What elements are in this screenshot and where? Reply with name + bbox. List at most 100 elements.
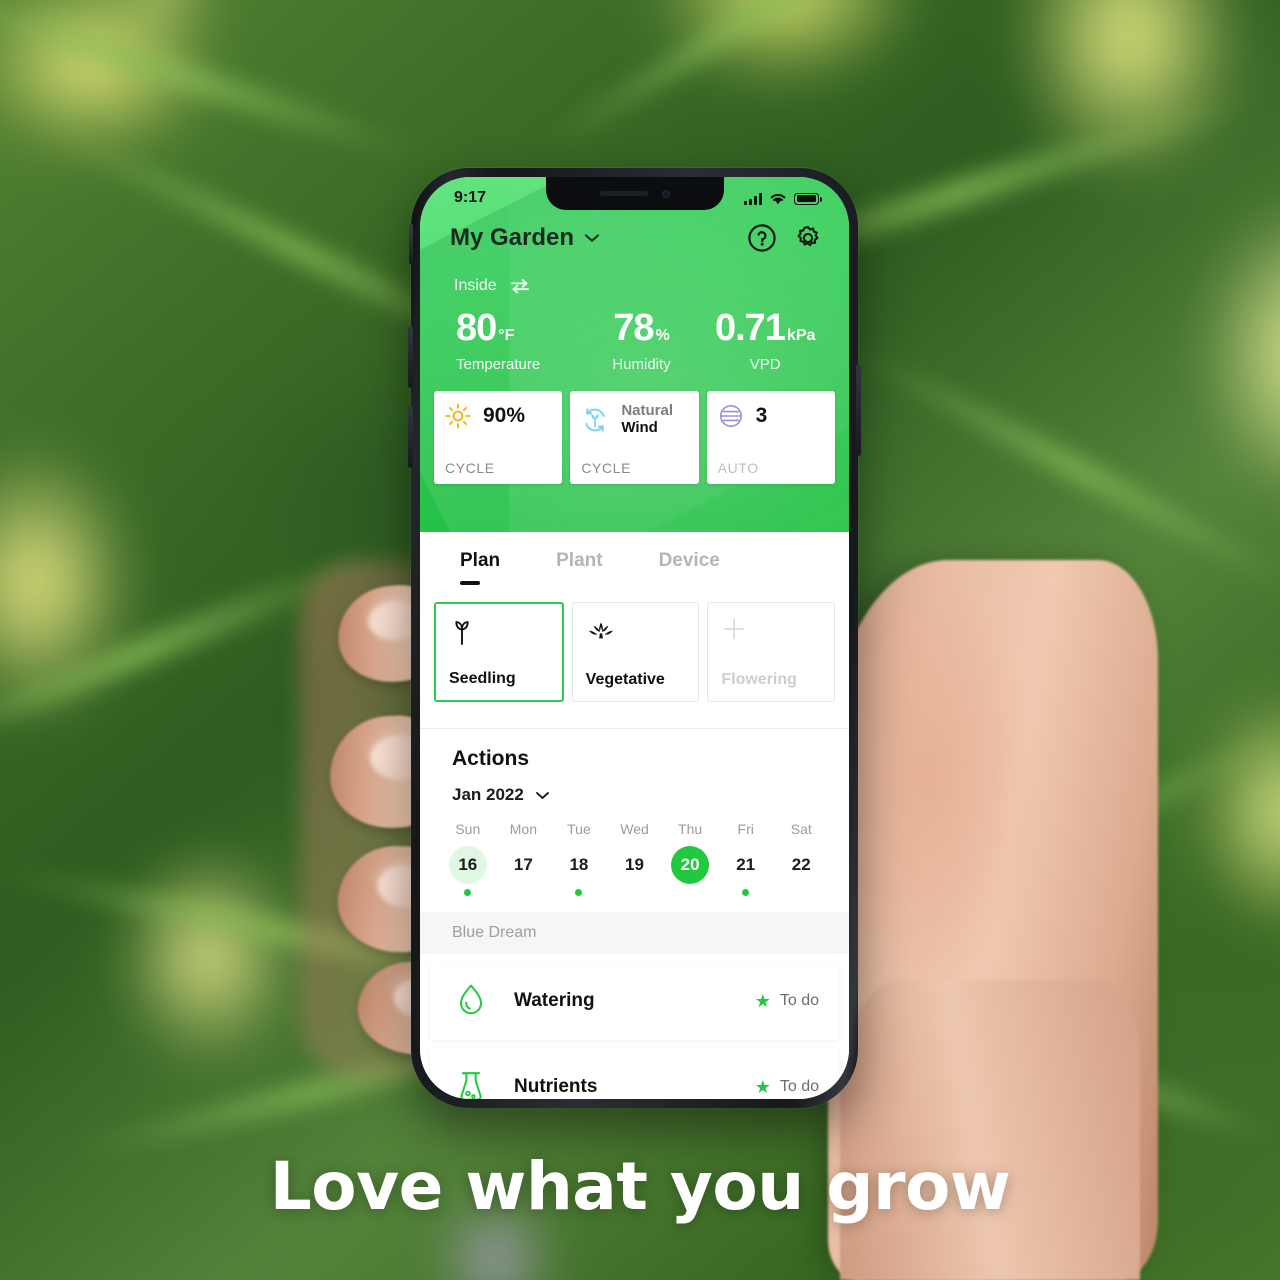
metric-temperature: 80 °F Temperature [442,309,580,373]
status-bar: 9:17 [420,177,849,213]
day-cell-mon[interactable]: Mon 17 [496,821,552,896]
control-card-light[interactable]: 90% CYCLE [434,391,563,484]
cellular-bars-icon [744,192,762,205]
gear-icon[interactable] [793,223,823,253]
location-toggle[interactable]: Inside [420,253,849,295]
content-sheet: Plan Plant Device Seedling Vegetative Fl… [420,532,849,1099]
day-number: 17 [513,855,533,874]
day-event-dot [687,889,694,896]
strain-group-header: Blue Dream [420,912,849,954]
actions-section: Actions Jan 2022 Sun 16 Mon 17 Tue 18 We… [420,729,849,1099]
tab-device[interactable]: Device [631,550,748,572]
app-bar: My Garden [420,213,849,253]
control-card-fan[interactable]: Natural Wind CYCLE [570,391,699,484]
day-cell-tue[interactable]: Tue 18 [551,821,607,896]
control-value: 90% [483,404,526,427]
star-icon: ★ [754,990,771,1011]
status-bar-time: 9:17 [454,189,487,206]
day-number: 18 [569,855,589,874]
actions-title: Actions [452,747,530,770]
metric-label: VPD [749,356,781,373]
stage-card-flowering[interactable]: Flowering [707,602,836,702]
day-cell-sat[interactable]: Sat 22 [773,821,829,896]
task-row-nutrients[interactable]: Nutrients ★ To do [430,1048,839,1099]
day-event-dot [631,889,638,896]
growth-stage-cards: Seedling Vegetative Flowering [420,572,849,702]
plus-icon [723,618,745,640]
control-card-circulation[interactable]: 3 AUTO [706,391,835,484]
chevron-down-icon [585,234,600,242]
task-status: ★ To do [755,991,819,1012]
location-label: Inside [454,277,497,294]
stage-card-seedling[interactable]: Seedling [434,602,564,702]
environment-metrics: 80 °F Temperature 78% Humidity 0.71 kPa VP… [420,295,849,373]
task-status-label: To do [779,992,819,1009]
day-of-week: Mon [509,821,537,837]
month-selector[interactable]: Jan 2022 [420,771,849,805]
volume-down-button[interactable] [408,406,413,468]
day-number: 19 [625,855,644,874]
section-tabs: Plan Plant Device [420,532,849,585]
week-strip: Sun 16 Mon 17 Tue 18 Wed 19 Thu 20 Fri 2… [420,805,849,896]
power-button[interactable] [856,364,861,456]
control-mode-label: AUTO [717,460,759,476]
day-cell-thu[interactable]: Thu 20 [662,821,718,896]
task-label: Nutrients [514,1076,598,1097]
air-circulation-icon [719,405,742,427]
seedling-icon [455,621,469,645]
stage-label: Vegetative [585,671,665,688]
stage-label: Seedling [449,670,516,687]
day-of-week: Sat [790,821,812,837]
day-cell-sun[interactable]: Sun 16 [440,821,496,896]
volume-up-button[interactable] [408,326,413,388]
metric-unit: kPa [786,327,816,344]
day-number: 22 [791,855,811,874]
tagline: Love what you grow [269,1148,1011,1225]
day-of-week: Thu [678,821,703,837]
stage-card-vegetative[interactable]: Vegetative [571,602,700,702]
task-label: Watering [514,990,595,1011]
garden-name-label: My Garden [450,224,575,251]
day-event-dot [575,889,583,896]
day-event-dot [798,889,805,896]
metric-label: Temperature [456,356,541,373]
environment-header: 9:17 My Garden Inside 80 °F Temperature … [420,177,849,532]
phone-device-frame: 9:17 My Garden Inside 80 °F Temperature … [408,168,861,1108]
swap-arrows-icon [510,279,529,294]
sun-icon [445,403,471,429]
control-mode-label: CYCLE [445,460,495,476]
garden-selector[interactable]: My Garden [450,224,600,252]
day-number: 16 [448,846,487,884]
control-value-line1: Natural [621,402,674,419]
tab-plant[interactable]: Plant [528,550,630,572]
task-status-label: To do [779,1078,819,1095]
day-cell-wed[interactable]: Wed 19 [607,821,663,896]
wifi-icon [770,193,786,204]
metric-value: 80 [456,307,497,349]
metric-vpd: 0.71 kPa VPD [703,309,827,373]
tab-plan[interactable]: Plan [432,550,528,585]
battery-full-icon [794,192,822,205]
hand-thumb-base [840,980,1140,1280]
cannabis-leaf-icon [588,622,613,639]
metric-unit: % [655,327,670,344]
day-number: 21 [736,855,756,874]
control-value: 3 [755,404,768,427]
device-control-cards: 90% CYCLE Natural Wind CYCLE 3 AUTO [420,373,849,484]
task-status: ★ To do [755,1077,819,1098]
metric-humidity: 78% Humidity [580,309,704,373]
metric-unit: °F [498,327,515,344]
day-cell-fri[interactable]: Fri 21 [718,821,774,896]
question-circle-icon[interactable] [747,223,777,253]
chevron-down-icon [535,791,549,799]
day-of-week: Fri [737,821,754,837]
day-event-dot [464,889,472,896]
control-value-line2: Wind [621,418,658,436]
metric-label: Humidity [612,356,671,373]
day-event-dot [742,889,750,896]
task-row-watering[interactable]: Watering ★ To do [430,962,839,1040]
control-value: Natural Wind [621,402,674,437]
natural-wind-icon [585,408,605,432]
day-of-week: Tue [567,821,591,837]
metric-value: 78 [613,307,654,349]
